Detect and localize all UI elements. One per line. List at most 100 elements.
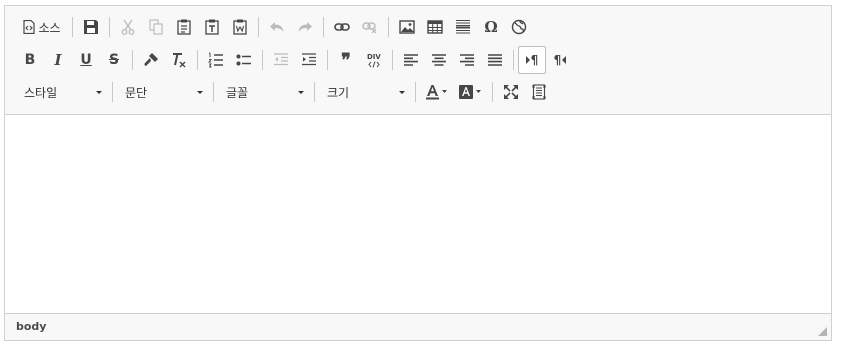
toolbar-row-3: 스타일 문단 글꼴 크기: [16, 77, 553, 107]
special-char-icon: Ω: [484, 18, 498, 36]
table-button[interactable]: [421, 13, 449, 41]
link-icon: [334, 21, 350, 33]
iframe-globe-icon: [511, 19, 527, 35]
undo-button[interactable]: [263, 13, 291, 41]
redo-icon: [297, 20, 313, 34]
chevron-down-icon: [96, 90, 102, 94]
horizontal-rule-icon: [455, 19, 471, 35]
bold-icon: B: [24, 52, 36, 68]
style-combo[interactable]: 스타일: [16, 79, 108, 105]
ltr-button[interactable]: ¶: [518, 46, 546, 74]
toolbar-separator: [327, 50, 328, 70]
save-icon: [83, 19, 99, 35]
outdent-button[interactable]: [267, 46, 295, 74]
div-button[interactable]: DIV: [360, 46, 388, 74]
toolbar-separator: [314, 82, 315, 102]
maximize-icon: [503, 84, 519, 100]
strike-button[interactable]: S: [100, 46, 128, 74]
image-icon: [399, 20, 415, 34]
toolbar: 소스 Ω B I U S ❞ DIV ¶ ¶ 스타일 문단 글꼴 크기: [5, 6, 831, 115]
align-left-button[interactable]: [397, 46, 425, 74]
size-combo-label: 크기: [327, 85, 350, 100]
blockquote-button[interactable]: ❞: [332, 46, 360, 74]
text-color-button[interactable]: [420, 78, 454, 106]
toolbar-separator: [213, 82, 214, 102]
redo-button[interactable]: [291, 13, 319, 41]
paste-button[interactable]: [170, 13, 198, 41]
copy-format-icon: [143, 52, 159, 68]
bg-color-icon: [459, 84, 483, 100]
cut-button[interactable]: [114, 13, 142, 41]
align-right-button[interactable]: [453, 46, 481, 74]
format-combo[interactable]: 문단: [117, 79, 209, 105]
editor: 소스 Ω B I U S ❞ DIV ¶ ¶ 스타일 문단 글꼴 크기 body: [4, 5, 832, 341]
toolbar-separator: [513, 50, 514, 70]
toolbar-separator: [197, 50, 198, 70]
toolbar-separator: [132, 50, 133, 70]
numbered-list-button[interactable]: [202, 46, 230, 74]
ltr-icon: ¶: [525, 53, 538, 67]
style-combo-label: 스타일: [24, 85, 58, 100]
paste-word-icon: [233, 19, 247, 35]
size-combo[interactable]: 크기: [319, 79, 411, 105]
rtl-button[interactable]: ¶: [546, 46, 574, 74]
toolbar-row-1: 소스 Ω: [16, 12, 533, 42]
source-icon: [23, 20, 36, 34]
save-button[interactable]: [77, 13, 105, 41]
toolbar-separator: [415, 82, 416, 102]
copy-format-button[interactable]: [137, 46, 165, 74]
toolbar-separator: [109, 17, 110, 37]
paste-text-icon: [205, 19, 219, 35]
source-label: 소스: [38, 20, 61, 35]
link-button[interactable]: [328, 13, 356, 41]
editor-content-area[interactable]: [5, 115, 831, 314]
show-blocks-button[interactable]: [525, 78, 553, 106]
unlink-icon: [362, 20, 378, 34]
maximize-button[interactable]: [497, 78, 525, 106]
rtl-icon: ¶: [554, 53, 567, 67]
remove-format-button[interactable]: [165, 46, 193, 74]
toolbar-separator: [492, 82, 493, 102]
underline-button[interactable]: U: [72, 46, 100, 74]
special-char-button[interactable]: Ω: [477, 13, 505, 41]
paste-text-button[interactable]: [198, 13, 226, 41]
bold-button[interactable]: B: [16, 46, 44, 74]
indent-icon: [301, 53, 317, 67]
bg-color-button[interactable]: [454, 78, 488, 106]
align-justify-button[interactable]: [481, 46, 509, 74]
unlink-button[interactable]: [356, 13, 384, 41]
outdent-icon: [273, 53, 289, 67]
div-icon: DIV: [367, 52, 381, 68]
svg-text:DIV: DIV: [367, 53, 381, 61]
font-combo[interactable]: 글꼴: [218, 79, 310, 105]
element-path-body[interactable]: body: [16, 320, 46, 333]
paste-word-button[interactable]: [226, 13, 254, 41]
toolbar-separator: [72, 17, 73, 37]
table-icon: [427, 20, 443, 34]
toolbar-separator: [112, 82, 113, 102]
show-blocks-icon: [532, 84, 546, 100]
cut-icon: [121, 19, 135, 35]
italic-icon: I: [54, 51, 62, 69]
toolbar-separator: [262, 50, 263, 70]
iframe-button[interactable]: [505, 13, 533, 41]
resize-grip-icon[interactable]: [818, 327, 827, 336]
source-button[interactable]: 소스: [16, 13, 68, 41]
font-combo-label: 글꼴: [226, 85, 249, 100]
horizontal-rule-button[interactable]: [449, 13, 477, 41]
toolbar-separator: [258, 17, 259, 37]
toolbar-separator: [388, 17, 389, 37]
bulleted-list-button[interactable]: [230, 46, 258, 74]
copy-icon: [149, 19, 163, 35]
numbered-list-icon: [208, 52, 224, 68]
undo-icon: [269, 20, 285, 34]
remove-format-icon: [171, 52, 187, 68]
indent-button[interactable]: [295, 46, 323, 74]
copy-button[interactable]: [142, 13, 170, 41]
align-center-button[interactable]: [425, 46, 453, 74]
italic-button[interactable]: I: [44, 46, 72, 74]
toolbar-separator: [323, 17, 324, 37]
chevron-down-icon: [399, 90, 405, 94]
paste-icon: [177, 19, 191, 35]
image-button[interactable]: [393, 13, 421, 41]
